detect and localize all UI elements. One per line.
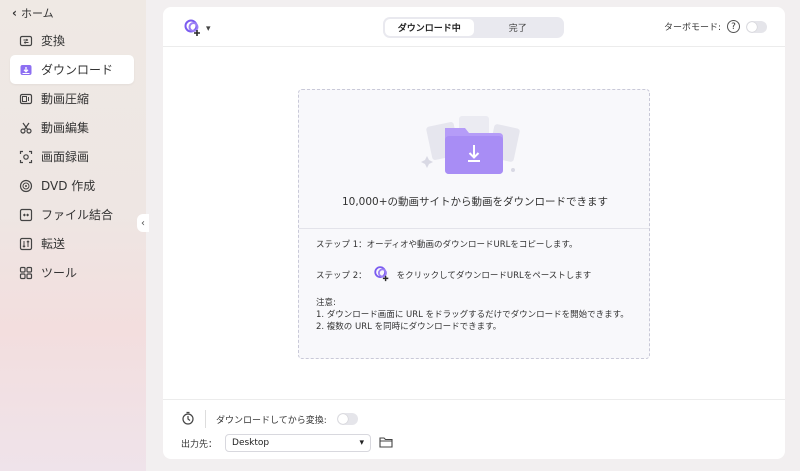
download-status-tabs: ダウンロード中 完了 [383,17,564,38]
add-url-button[interactable]: ▾ [183,17,211,41]
timer-icon[interactable] [181,411,195,428]
notes-title: 注意: [316,298,336,308]
sidebar-item-edit[interactable]: 動画編集 [10,113,134,142]
output-row: 出力先： Desktop ▾ [181,434,393,452]
sidebar-item-label: ファイル結合 [41,208,114,222]
sidebar-nav: 変換 ダウンロード 動画圧縮 動画編集 画面録画 DVD 作成 ファイル結合 転… [10,26,134,287]
sidebar-item-label: ツール [41,266,78,280]
output-folder-value: Desktop [232,438,270,448]
transfer-icon [19,237,33,251]
notes: 注意: 1. ダウンロード画面に URL をドラッグするだけでダウンロードを開始… [316,297,629,333]
sidebar-item-label: DVD 作成 [41,179,96,193]
divider [299,228,649,229]
compress-icon [19,92,33,106]
chevron-down-icon[interactable]: ▾ [206,24,211,34]
home-label: ホーム [20,7,54,20]
screen-record-icon [19,150,33,164]
sidebar-item-transfer[interactable]: 転送 [10,229,134,258]
sidebar-item-label: 動画編集 [41,121,90,135]
sidebar-item-tools[interactable]: ツール [10,258,134,287]
add-url-icon [373,264,391,285]
footer: ダウンロードしてから変換: 出力先： Desktop ▾ [163,399,785,459]
sidebar-item-label: 動画圧縮 [41,92,90,106]
download-icon [19,63,33,77]
output-folder-select[interactable]: Desktop ▾ [225,434,372,452]
sidebar-item-convert[interactable]: 変換 [10,26,134,55]
main-panel: ▾ ダウンロード中 完了 ターボモード: ? 10,000+の動画サイトから動画… [163,7,785,459]
toolbar: ▾ ダウンロード中 完了 ターボモード: ? [163,7,785,47]
convert-after-toggle[interactable] [336,413,358,425]
sidebar-item-label: 変換 [41,34,66,48]
folder-icon[interactable] [379,436,393,451]
sidebar-item-merge[interactable]: ファイル結合 [10,200,134,229]
step-1-text: ステップ 1：オーディオや動画のダウンロードURLをコピーします。 [316,240,578,250]
sidebar-item-label: 転送 [41,237,66,251]
sidebar: ‹ ホーム 変換 ダウンロード 動画圧縮 動画編集 画面録画 DVD 作成 ファ… [0,0,146,471]
sidebar-item-compress[interactable]: 動画圧縮 [10,84,134,113]
step-2: ステップ 2： をクリックしてダウンロードURLをペーストします [316,264,636,285]
note-1: 1. ダウンロード画面に URL をドラッグするだけでダウンロードを開始できます… [316,310,629,320]
sidebar-collapse-button[interactable]: ‹ [137,214,149,232]
note-2: 2. 複数の URL を同時にダウンロードできます。 [316,322,502,332]
chevron-left-icon: ‹ [12,6,17,20]
help-icon[interactable]: ? [727,20,740,33]
dropzone-headline: 10,000+の動画サイトから動画をダウンロードできます [341,196,609,208]
turbo-mode-label: ターボモード: [663,23,721,33]
tools-icon [19,266,33,280]
sidebar-item-label: ダウンロード [41,63,114,77]
turbo-mode-toggle[interactable] [746,20,767,33]
convert-icon [19,34,33,48]
sidebar-item-label: 画面録画 [41,150,90,164]
tab-downloading[interactable]: ダウンロード中 [385,19,474,36]
chevron-down-icon: ▾ [359,438,365,448]
sidebar-item-record[interactable]: 画面録画 [10,142,134,171]
sidebar-item-dvd[interactable]: DVD 作成 [10,171,134,200]
download-folder-illustration [419,112,529,182]
sidebar-item-download[interactable]: ダウンロード [10,55,134,84]
step-2-suffix: をクリックしてダウンロードURLをペーストします [396,270,592,281]
tab-completed[interactable]: 完了 [474,19,563,36]
output-label: 出力先： [181,439,218,450]
home-link[interactable]: ‹ ホーム [12,5,54,21]
add-url-icon [183,17,203,41]
divider [205,410,206,428]
turbo-mode: ターボモード: ? [664,20,767,33]
merge-icon [19,208,33,222]
chevron-left-icon: ‹ [141,217,145,229]
scissors-icon [19,121,33,135]
disc-icon [19,179,33,193]
convert-after-row: ダウンロードしてから変換: [181,410,358,428]
download-dropzone[interactable]: 10,000+の動画サイトから動画をダウンロードできます ステップ 1：オーディ… [298,89,650,359]
step-2-prefix: ステップ 2： [316,270,367,281]
convert-after-label: ダウンロードしてから変換: [216,415,327,426]
